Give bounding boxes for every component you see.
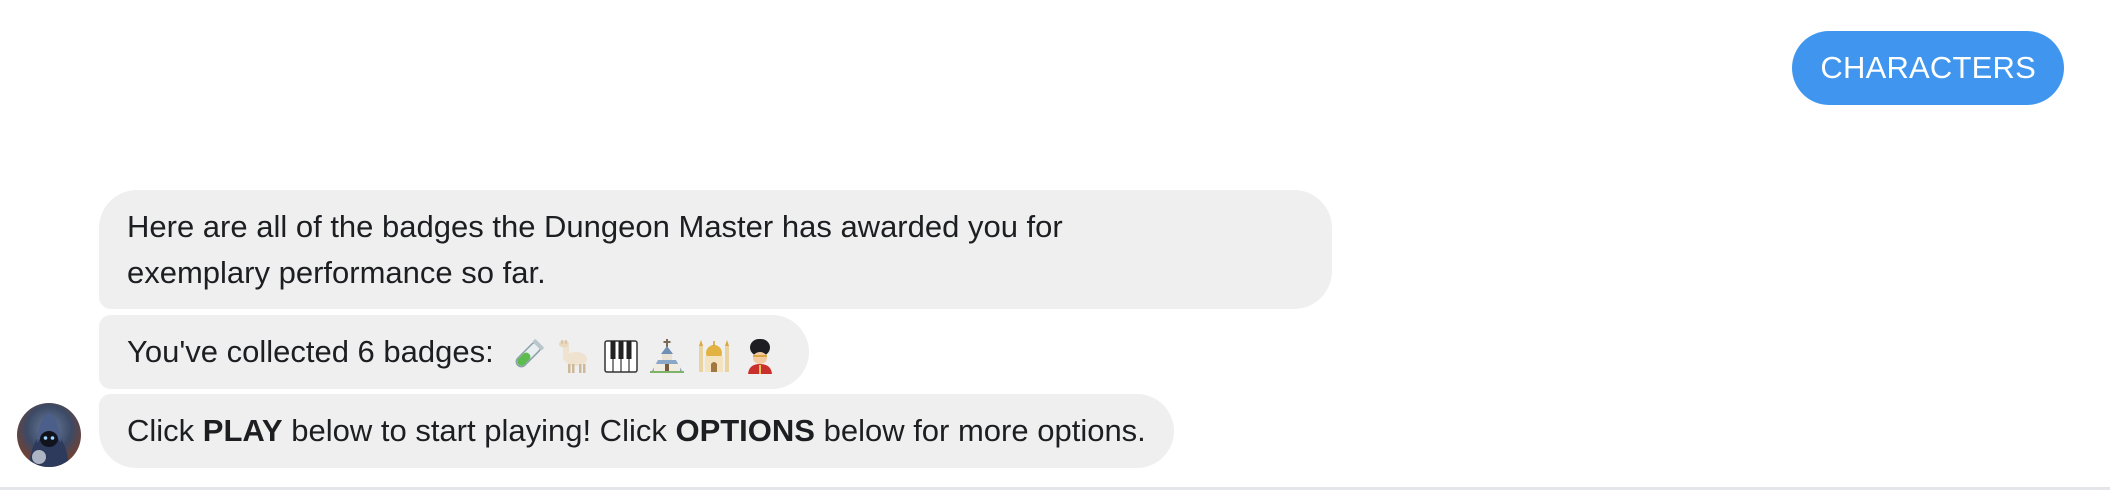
message-line: Here are all of the badges the Dungeon M…	[127, 209, 1063, 244]
message-text: Click	[127, 413, 203, 448]
badge-count-text: You've collected 6 badges:	[127, 334, 494, 369]
piano-keys-icon	[603, 339, 638, 373]
bot-avatar	[17, 403, 81, 467]
badge-list	[510, 331, 781, 377]
church-icon	[650, 338, 685, 373]
mosque-icon	[698, 339, 729, 372]
bot-message-instructions: Click PLAY below to start playing! Click…	[99, 394, 1174, 468]
test-tube-icon	[515, 338, 545, 368]
bot-message-badges-intro: Here are all of the badges the Dungeon M…	[99, 190, 1332, 309]
message-line: exemplary performance so far.	[127, 255, 546, 290]
message-text: below to start playing! Click	[282, 413, 676, 448]
guard-icon	[748, 338, 773, 374]
llama-icon	[558, 339, 587, 373]
user-message-characters: CHARACTERS	[1792, 31, 2064, 105]
dungeon-master-avatar-icon	[29, 413, 69, 467]
bot-message-badge-count: You've collected 6 badges:	[99, 315, 810, 389]
message-text: below for more options.	[814, 413, 1146, 448]
play-keyword: PLAY	[202, 413, 283, 448]
options-keyword: OPTIONS	[675, 413, 815, 448]
